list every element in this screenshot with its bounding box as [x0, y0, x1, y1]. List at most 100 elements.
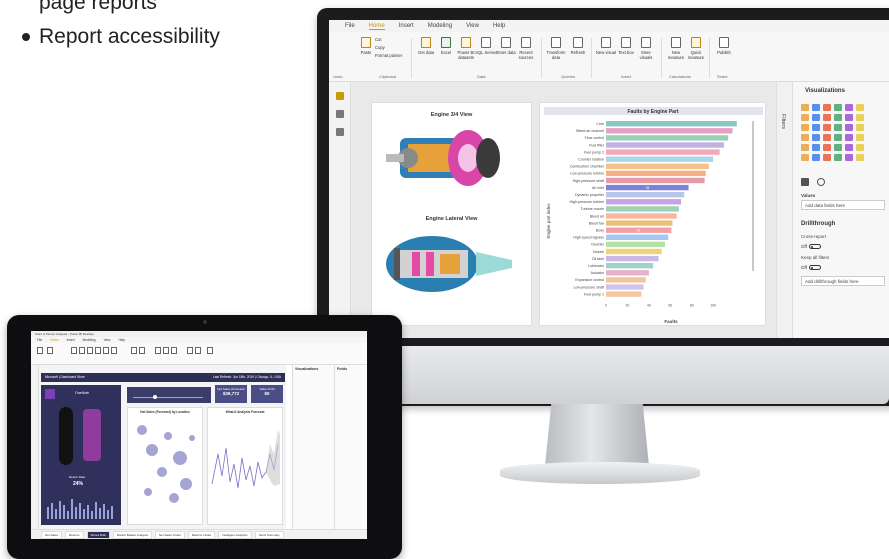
tab-modeling[interactable]: Modeling	[428, 23, 452, 29]
tab-view[interactable]: View	[466, 23, 479, 29]
powerbi-datasets-button[interactable]: Power BI datasets	[455, 37, 477, 60]
visual-type-icon[interactable]	[812, 124, 820, 131]
visual-type-icon[interactable]	[856, 104, 864, 111]
visual-type-icon[interactable]	[801, 144, 809, 151]
data-view-icon[interactable]	[336, 110, 344, 118]
ribbon-button-icon[interactable]	[163, 347, 169, 354]
page-tab[interactable]: Stores Risk	[86, 530, 110, 539]
bar[interactable]	[606, 192, 685, 198]
enter-data-button[interactable]: Enter data	[495, 37, 517, 55]
tab-home[interactable]: Home	[368, 23, 385, 30]
visual-type-icon[interactable]	[845, 114, 853, 121]
visual-type-icon[interactable]	[801, 114, 809, 121]
bar[interactable]	[606, 248, 662, 255]
refresh-button[interactable]: Refresh	[567, 37, 589, 55]
format-painter-button[interactable]: Format painter	[375, 53, 405, 58]
visual-type-icon[interactable]	[845, 154, 853, 161]
visual-type-icon[interactable]	[812, 134, 820, 141]
visual-type-icon[interactable]	[823, 154, 831, 161]
bar[interactable]	[606, 263, 654, 269]
bar[interactable]	[606, 234, 669, 240]
bar[interactable]	[606, 121, 737, 127]
visual-type-icon[interactable]	[801, 134, 809, 141]
slider-handle[interactable]	[153, 395, 157, 399]
recent-sources-button[interactable]: Recent sources	[515, 37, 537, 60]
new-measure-button[interactable]: New measure	[665, 37, 687, 60]
ribbon-button-icon[interactable]	[171, 347, 177, 354]
what-if-slider-panel[interactable]	[127, 387, 211, 403]
tab-insert[interactable]: Insert	[399, 23, 414, 29]
visual-type-icon[interactable]	[812, 154, 820, 161]
model-view-icon[interactable]	[336, 128, 344, 136]
ribbon-button-icon[interactable]	[139, 347, 145, 354]
ribbon-button-icon[interactable]	[79, 347, 85, 354]
forecast-line-chart[interactable]	[208, 414, 284, 514]
visual-type-icon[interactable]	[823, 114, 831, 121]
bar[interactable]	[606, 277, 646, 283]
bar[interactable]	[606, 135, 729, 141]
visual-type-icon[interactable]	[856, 124, 864, 131]
visual-type-icon[interactable]	[834, 104, 842, 111]
bar[interactable]	[606, 149, 720, 155]
location-bubble-map[interactable]	[128, 414, 204, 514]
report-view-icon[interactable]	[336, 92, 344, 100]
bar[interactable]	[606, 255, 659, 262]
ribbon-button-icon[interactable]	[195, 347, 201, 354]
visual-type-icon[interactable]	[823, 104, 831, 111]
transform-data-button[interactable]: Transform data	[545, 37, 567, 60]
faults-bar-chart[interactable]: Faults by Engine Part Engine part index …	[540, 103, 767, 327]
visual-type-icon[interactable]	[856, 134, 864, 141]
more-visuals-button[interactable]: More visuals	[635, 37, 657, 60]
bar[interactable]	[606, 241, 665, 248]
cross-report-toggle[interactable]: Off	[801, 244, 821, 249]
visual-type-icon[interactable]	[845, 124, 853, 131]
visual-type-icon[interactable]	[801, 154, 809, 161]
bar[interactable]	[606, 284, 644, 290]
visual-type-icon[interactable]	[801, 104, 809, 111]
page-tab[interactable]: Returns Outlet	[187, 530, 216, 539]
ribbon-button-icon[interactable]	[71, 347, 77, 354]
bar[interactable]	[606, 156, 714, 162]
bar[interactable]	[606, 213, 677, 219]
visual-type-icon[interactable]	[845, 144, 853, 151]
keep-filters-toggle[interactable]: Off	[801, 265, 821, 270]
bar[interactable]	[606, 291, 642, 297]
copy-button[interactable]: Copy	[375, 45, 405, 50]
visual-type-icon[interactable]	[812, 114, 820, 121]
visual-type-icon[interactable]	[834, 154, 842, 161]
page-tab[interactable]: Intelligent Analytics	[218, 530, 252, 539]
bar[interactable]	[606, 142, 724, 148]
tab-file[interactable]: File	[345, 23, 355, 29]
get-data-button[interactable]: Get data	[415, 37, 437, 55]
bar[interactable]	[606, 220, 673, 226]
bar[interactable]	[606, 170, 706, 177]
page-tab[interactable]: Stock Summary	[254, 530, 284, 539]
visual-type-icon[interactable]	[834, 134, 842, 141]
publish-button[interactable]: Publish	[713, 37, 735, 55]
bar[interactable]	[606, 206, 679, 212]
visual-type-icon[interactable]	[823, 124, 831, 131]
page-tab[interactable]: Net Sales Outlet	[154, 530, 185, 539]
visual-type-icon[interactable]	[856, 154, 864, 161]
filters-pane-collapsed[interactable]: Filters	[776, 82, 792, 338]
chart-scrollbar[interactable]	[752, 121, 754, 271]
ribbon-button-icon[interactable]	[187, 347, 193, 354]
text-box-button[interactable]: Text box	[615, 37, 637, 55]
page-tab[interactable]: Net Sales	[41, 530, 63, 539]
ribbon-button-icon[interactable]	[95, 347, 101, 354]
visual-type-icon[interactable]	[801, 124, 809, 131]
paste-button[interactable]: Paste	[355, 37, 377, 55]
bar[interactable]	[606, 199, 682, 205]
visual-type-icon[interactable]	[812, 104, 820, 111]
quick-measure-button[interactable]: Quick measure	[685, 37, 707, 60]
visual-type-icon[interactable]	[812, 144, 820, 151]
sql-server-button[interactable]: SQL Server	[475, 37, 497, 55]
ribbon-button-icon[interactable]	[37, 347, 43, 354]
visual-type-icon[interactable]	[834, 124, 842, 131]
new-visual-button[interactable]: New visual	[595, 37, 617, 55]
visual-type-icon[interactable]	[856, 144, 864, 151]
visual-type-icon[interactable]	[834, 114, 842, 121]
ribbon-button-icon[interactable]	[131, 347, 137, 354]
bar[interactable]	[606, 163, 709, 169]
ribbon-button-icon[interactable]	[155, 347, 161, 354]
